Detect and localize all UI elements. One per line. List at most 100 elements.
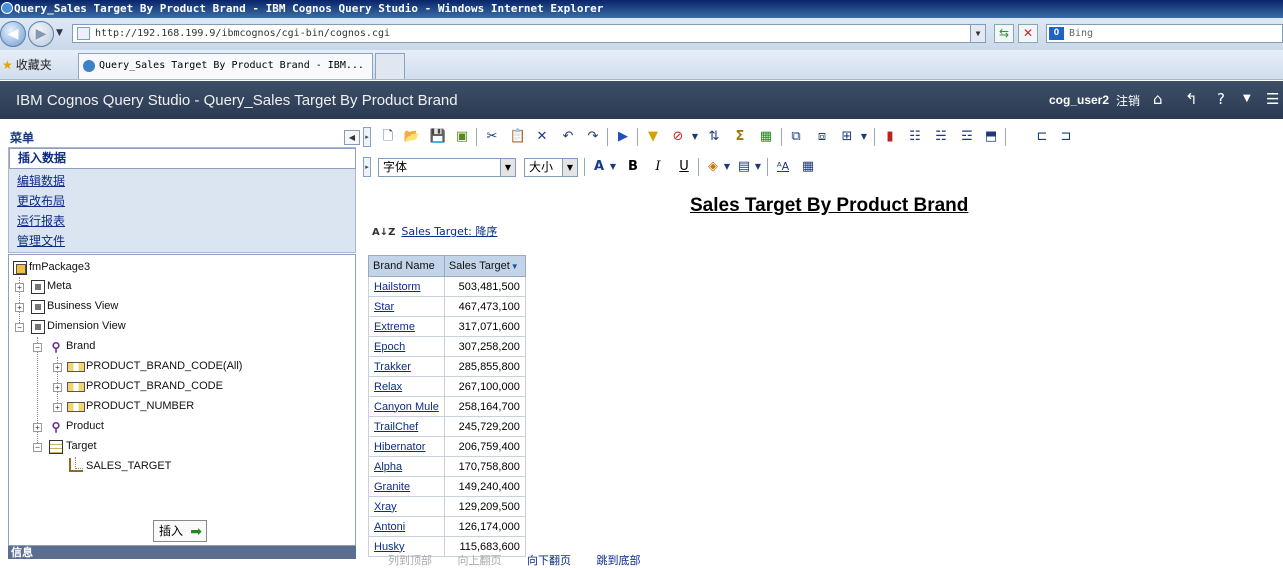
table-style-icon[interactable]: ▦ xyxy=(799,158,817,176)
drill-up-icon[interactable]: ⊏ xyxy=(1033,128,1051,146)
tree-node-sales-target[interactable]: SALES_TARGET xyxy=(86,460,171,472)
toolbar-grip-icon[interactable]: ▸ xyxy=(363,157,371,177)
collapse-icon[interactable]: − xyxy=(33,443,42,452)
stop-icon[interactable]: ✕ xyxy=(1018,24,1038,43)
expand-icon[interactable]: + xyxy=(53,403,62,412)
collapse-pane-icon[interactable]: ◀ xyxy=(344,130,360,145)
insert-button[interactable]: 插入 ➡ xyxy=(153,520,207,542)
logout-link[interactable]: 注销 xyxy=(1116,92,1140,109)
layout-icon[interactable]: ⬒ xyxy=(982,128,1000,146)
expand-icon[interactable]: + xyxy=(15,303,24,312)
font-color-dropdown-icon[interactable]: ▼ xyxy=(604,158,622,176)
sort-icon[interactable]: ⇅ xyxy=(705,128,723,146)
menu-item-insert-data[interactable]: 插入数据 xyxy=(9,148,356,169)
favorites-button[interactable]: ★ 收藏夹 xyxy=(2,56,52,73)
group-icon[interactable]: ⧉ xyxy=(787,128,805,146)
help-icon[interactable]: ? xyxy=(1217,90,1225,108)
go-to-bottom-link[interactable]: 跳到底部 xyxy=(597,554,641,567)
expand-icon[interactable]: + xyxy=(15,283,24,292)
filter-dropdown-icon[interactable]: ▼ xyxy=(686,128,704,146)
brand-name-cell[interactable]: TrailChef xyxy=(368,416,445,437)
new-tab-button[interactable] xyxy=(375,53,405,79)
new-icon[interactable]: 🗋 xyxy=(379,128,397,146)
sort-link[interactable]: Sales Target: 降序 xyxy=(401,225,497,238)
page-down-link[interactable]: 向下翻页 xyxy=(527,554,571,567)
delete-icon[interactable]: ✕ xyxy=(533,128,551,146)
calculate-icon[interactable]: ▦ xyxy=(757,128,775,146)
brand-name-cell[interactable]: Extreme xyxy=(368,316,445,337)
save-icon[interactable]: 💾 xyxy=(429,128,447,146)
tree-node-brand-code-all[interactable]: PRODUCT_BRAND_CODE(All) xyxy=(86,360,242,372)
brand-name-cell[interactable]: Trakker xyxy=(368,356,445,377)
browser-tab-active[interactable]: Query_Sales Target By Product Brand - IB… xyxy=(78,53,373,79)
url-dropdown-icon[interactable]: ▼ xyxy=(970,25,985,42)
menu-item-run-report[interactable]: 运行报表 xyxy=(17,212,65,229)
tree-node-product[interactable]: Product xyxy=(66,420,104,432)
brand-name-cell[interactable]: Epoch xyxy=(368,336,445,357)
page-up-link[interactable]: 向上翻页 xyxy=(458,554,502,567)
tree-node-brand[interactable]: Brand xyxy=(66,340,95,352)
tree-node-meta[interactable]: Meta xyxy=(47,280,71,292)
save-as-icon[interactable]: ▣ xyxy=(453,128,471,146)
expand-icon[interactable]: + xyxy=(33,423,42,432)
pivot-icon[interactable]: ☵ xyxy=(932,128,950,146)
url-field[interactable]: http://192.168.199.9/ibmcognos/cgi-bin/c… xyxy=(72,24,986,43)
section-icon[interactable]: ⊞ xyxy=(838,128,856,146)
border-dropdown-icon[interactable]: ▼ xyxy=(749,158,767,176)
run-icon[interactable]: ▶ xyxy=(614,128,632,146)
expand-icon[interactable]: + xyxy=(53,363,62,372)
italic-icon[interactable]: I xyxy=(649,158,667,176)
menu-icon[interactable]: ☰ xyxy=(1266,90,1279,108)
toolbar-grip-icon[interactable]: ▸ xyxy=(363,127,371,147)
fill-color-dropdown-icon[interactable]: ▼ xyxy=(718,158,736,176)
filter-icon[interactable]: ▼ xyxy=(644,128,662,146)
undo-icon[interactable]: ↶ xyxy=(559,128,577,146)
menu-item-edit-data[interactable]: 编辑数据 xyxy=(17,172,65,189)
brand-name-cell[interactable]: Relax xyxy=(368,376,445,397)
text-style-icon[interactable]: ᴬA xyxy=(774,158,792,176)
refresh-icon[interactable]: ⇆ xyxy=(994,24,1014,43)
summarize-icon[interactable]: Σ xyxy=(731,128,749,146)
tree-node-target[interactable]: Target xyxy=(66,440,97,452)
drill-down-icon[interactable]: ⊐ xyxy=(1057,128,1075,146)
redo-icon[interactable]: ↷ xyxy=(584,128,602,146)
tree-node-brand-code[interactable]: PRODUCT_BRAND_CODE xyxy=(86,380,223,392)
ungroup-icon[interactable]: ⧈ xyxy=(813,128,831,146)
section-dropdown-icon[interactable]: ▼ xyxy=(855,128,873,146)
column-header-brand[interactable]: Brand Name xyxy=(368,255,445,277)
brand-name-cell[interactable]: Star xyxy=(368,296,445,317)
collapse-icon[interactable]: − xyxy=(15,323,24,332)
tree-node-product-number[interactable]: PRODUCT_NUMBER xyxy=(86,400,194,412)
report-title[interactable]: Sales Target By Product Brand xyxy=(690,195,968,217)
home-icon[interactable]: ⌂ xyxy=(1153,90,1163,108)
return-icon[interactable]: ↰ xyxy=(1185,90,1198,108)
collapse-icon[interactable]: − xyxy=(33,343,42,352)
tree-node-business-view[interactable]: Business View xyxy=(47,300,118,312)
brand-name-cell[interactable]: Hibernator xyxy=(368,436,445,457)
cut-icon[interactable]: ✂ xyxy=(483,128,501,146)
tree-root[interactable]: fmPackage3 xyxy=(29,261,90,273)
tree-node-dimension-view[interactable]: Dimension View xyxy=(47,320,126,332)
brand-name-cell[interactable]: Xray xyxy=(368,496,445,517)
crosstab-icon[interactable]: ☷ xyxy=(906,128,924,146)
brand-name-cell[interactable]: Granite xyxy=(368,476,445,497)
forward-icon[interactable]: ▶ xyxy=(28,21,54,47)
info-panel-header[interactable]: 信息 xyxy=(8,546,356,559)
bold-icon[interactable]: B xyxy=(624,158,642,176)
column-header-sales-target[interactable]: Sales Target▼ xyxy=(443,255,526,277)
brand-name-cell[interactable]: Antoni xyxy=(368,516,445,537)
history-dropdown-icon[interactable]: ▼ xyxy=(56,28,63,38)
font-select[interactable]: 字体 ▼ xyxy=(378,158,516,177)
open-icon[interactable]: 📂 xyxy=(403,128,421,146)
menu-item-change-layout[interactable]: 更改布局 xyxy=(17,192,65,209)
swap-rows-columns-icon[interactable]: ☲ xyxy=(958,128,976,146)
search-field[interactable]: O Bing xyxy=(1046,24,1283,43)
cancel-filter-icon[interactable]: ⊘ xyxy=(669,128,687,146)
brand-name-cell[interactable]: Alpha xyxy=(368,456,445,477)
font-size-select[interactable]: 大小 ▼ xyxy=(524,158,578,177)
go-to-top-link[interactable]: 列到顶部 xyxy=(388,554,432,567)
expand-icon[interactable]: + xyxy=(53,383,62,392)
back-icon[interactable]: ◀ xyxy=(0,21,26,47)
menu-item-manage-file[interactable]: 管理文件 xyxy=(17,232,65,249)
underline-icon[interactable]: U xyxy=(675,158,693,176)
